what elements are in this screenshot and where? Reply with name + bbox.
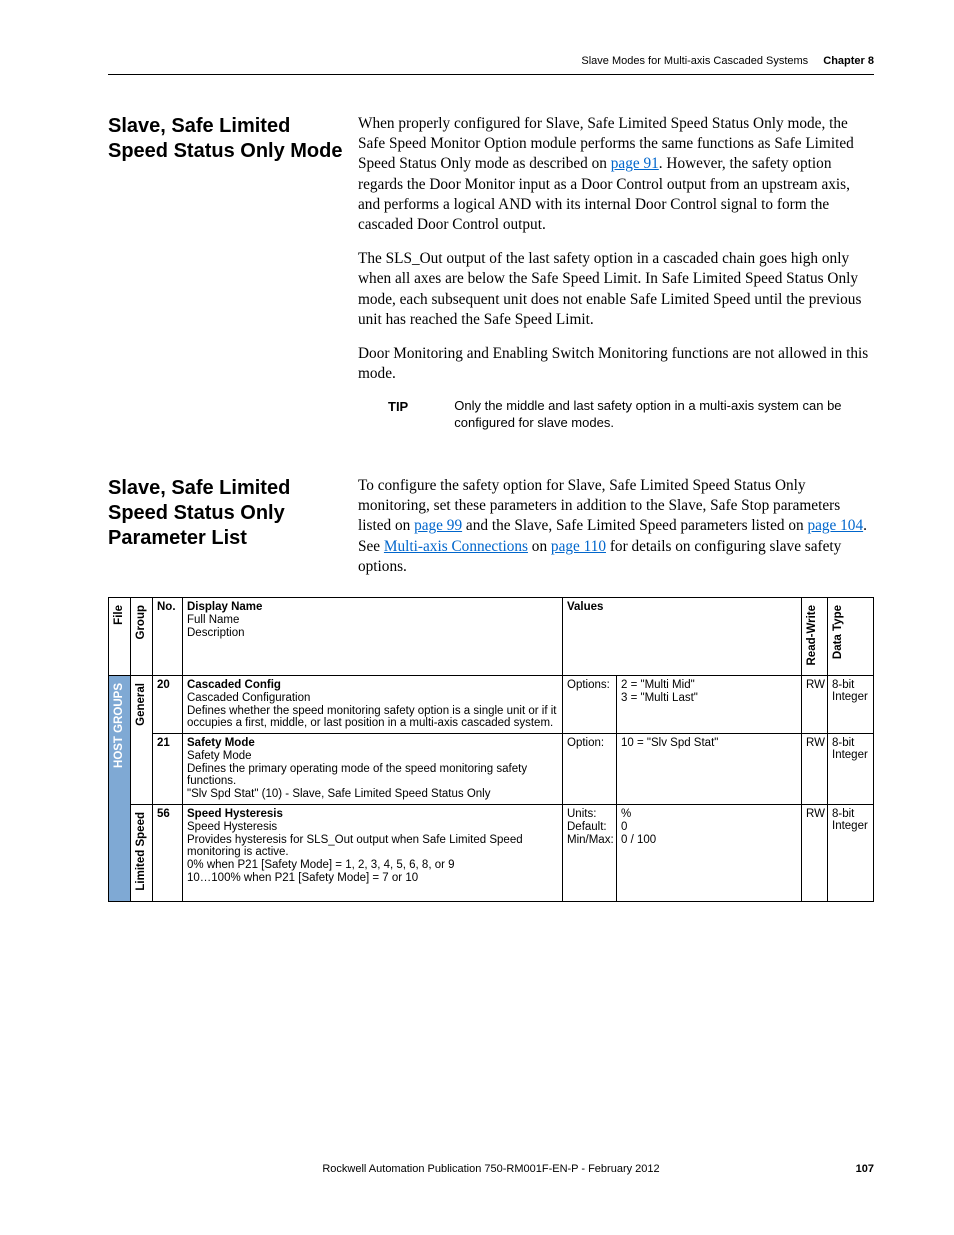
cell-value-labels: Options: [563,676,617,734]
cell-rw: RW [802,676,828,734]
parameter-table: File Group No. Display Name Full Name De… [108,597,874,902]
col-display-name: Display Name Full Name Description [183,597,563,676]
cell-no: 21 [153,734,183,805]
cell-no: 20 [153,676,183,734]
cell-rw: RW [802,734,828,805]
cell-display-name: Cascaded Config Cascaded Configuration D… [183,676,563,734]
section-parameter-list: Slave, Safe Limited Speed Status Only Pa… [108,476,874,591]
cell-dt: 8-bit Integer [828,805,874,902]
cell-value-options: % 0 0 / 100 [617,805,802,902]
cell-value-options: 10 = "Slv Spd Stat" [617,734,802,805]
cell-display-name: Safety Mode Safety Mode Defines the prim… [183,734,563,805]
cell-value-labels: Option: [563,734,617,805]
cell-dt: 8-bit Integer [828,676,874,734]
table-row: HOST GROUPS General 20 Cascaded Config C… [109,676,874,734]
col-file: File [109,597,131,676]
para-not-allowed: Door Monitoring and Enabling Switch Moni… [358,344,874,384]
section-heading: Slave, Safe Limited Speed Status Only Mo… [108,114,358,164]
header-rule [108,74,874,75]
cell-display-name: Speed Hysteresis Speed Hysteresis Provid… [183,805,563,902]
col-values: Values [563,597,802,676]
page-number: 107 [856,1163,874,1175]
tip-label: TIP [358,398,454,415]
section-body: To configure the safety option for Slave… [358,476,874,591]
cell-rw: RW [802,805,828,902]
section-body: When properly configured for Slave, Safe… [358,114,874,432]
col-no: No. [153,597,183,676]
link-page110[interactable]: page 110 [551,538,606,555]
link-page91[interactable]: page 91 [611,155,659,172]
cell-no: 56 [153,805,183,902]
para-intro: When properly configured for Slave, Safe… [358,114,874,235]
col-group: Group [131,597,153,676]
section-heading: Slave, Safe Limited Speed Status Only Pa… [108,476,358,551]
footer-publication: Rockwell Automation Publication 750-RM00… [108,1163,874,1175]
group-limited-speed: Limited Speed [131,805,153,902]
tip-text: Only the middle and last safety option i… [454,398,874,432]
table-row: Limited Speed 56 Speed Hysteresis Speed … [109,805,874,902]
cell-value-options: 2 = "Multi Mid" 3 = "Multi Last" [617,676,802,734]
file-host-groups: HOST GROUPS [109,676,131,902]
running-header-title: Slave Modes for Multi-axis Cascaded Syst… [581,55,808,67]
cell-dt: 8-bit Integer [828,734,874,805]
group-general: General [131,676,153,805]
cell-value-labels: Units: Default: Min/Max: [563,805,617,902]
running-header-chapter: Chapter 8 [823,55,874,67]
link-multi-axis-connections[interactable]: Multi-axis Connections [384,538,528,555]
running-header: Slave Modes for Multi-axis Cascaded Syst… [581,55,874,67]
link-page104[interactable]: page 104 [807,517,863,534]
col-data-type: Data Type [828,597,874,676]
link-page99[interactable]: page 99 [414,517,462,534]
col-read-write: Read-Write [802,597,828,676]
tip-block: TIP Only the middle and last safety opti… [358,398,874,432]
section-slave-sls-status-only-mode: Slave, Safe Limited Speed Status Only Mo… [108,114,874,432]
table-header-row: File Group No. Display Name Full Name De… [109,597,874,676]
para-config: To configure the safety option for Slave… [358,476,874,577]
table-row: 21 Safety Mode Safety Mode Defines the p… [109,734,874,805]
para-sls-out: The SLS_Out output of the last safety op… [358,249,874,330]
